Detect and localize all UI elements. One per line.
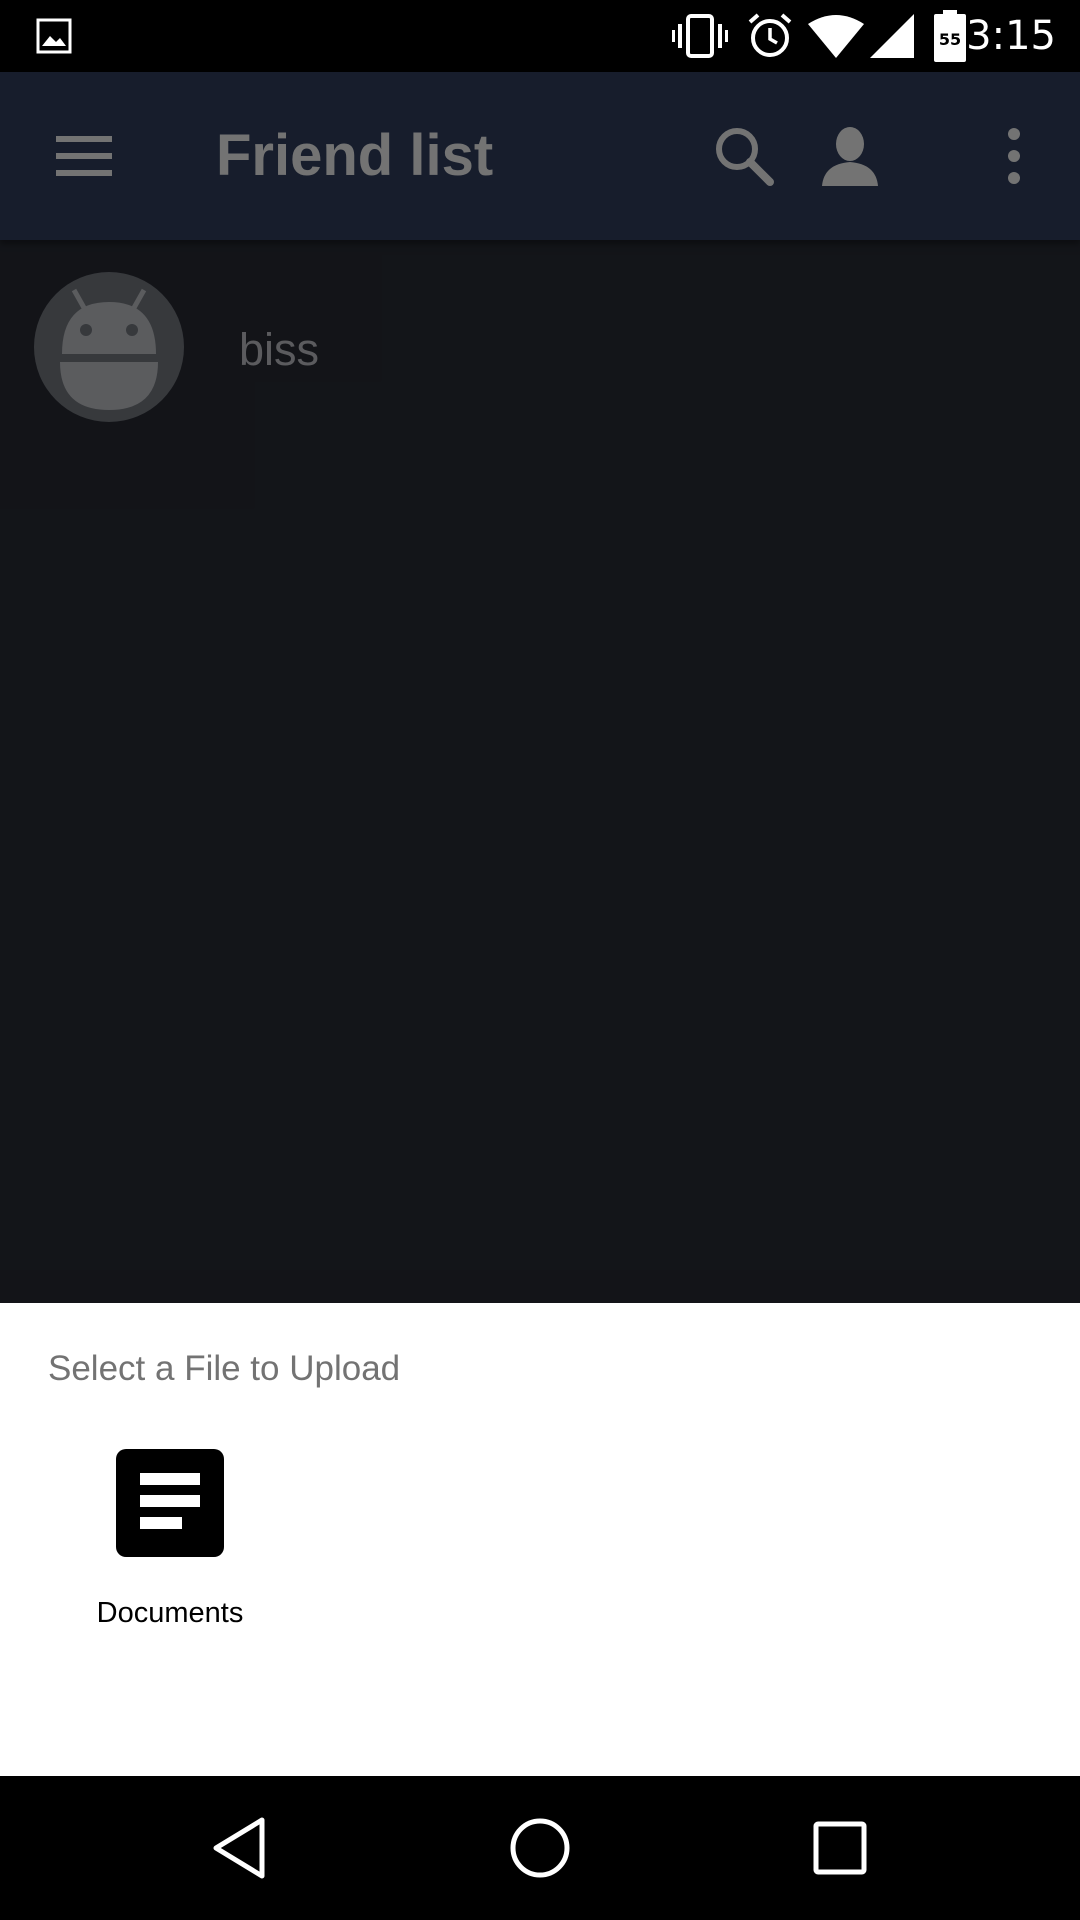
vibrate-icon	[672, 14, 728, 63]
menu-icon[interactable]	[52, 124, 116, 188]
image-icon	[36, 18, 72, 59]
list-item[interactable]: biss	[0, 240, 1080, 432]
search-icon[interactable]	[712, 124, 776, 188]
android-avatar	[34, 272, 184, 422]
friend-list-screen: Friend list biss	[0, 72, 1080, 1375]
documents-label: Documents	[96, 1597, 244, 1629]
friend-name: biss	[239, 324, 320, 375]
status-bar: 55 3:15	[0, 0, 1080, 72]
alarm-icon	[746, 12, 794, 65]
navigation-bar	[0, 1776, 1080, 1920]
file-chooser-sheet: Select a File to Upload Documents	[0, 1303, 1080, 1776]
documents-option[interactable]: Documents	[56, 1443, 284, 1703]
signal-icon	[870, 14, 914, 63]
more-vert-icon[interactable]	[982, 124, 1046, 188]
wifi-icon	[808, 14, 864, 63]
battery-level: 55	[938, 30, 962, 49]
page-title: Friend list	[216, 123, 494, 188]
battery-icon: 55	[934, 10, 966, 67]
person-icon[interactable]	[818, 124, 882, 188]
sheet-title: Select a File to Upload	[48, 1349, 401, 1388]
app-bar: Friend list	[0, 72, 1080, 240]
status-time: 3:15	[966, 13, 1056, 59]
recents-icon[interactable]	[804, 1812, 876, 1884]
documents-icon	[116, 1449, 224, 1557]
home-icon[interactable]	[504, 1812, 576, 1884]
back-icon[interactable]	[204, 1812, 276, 1884]
